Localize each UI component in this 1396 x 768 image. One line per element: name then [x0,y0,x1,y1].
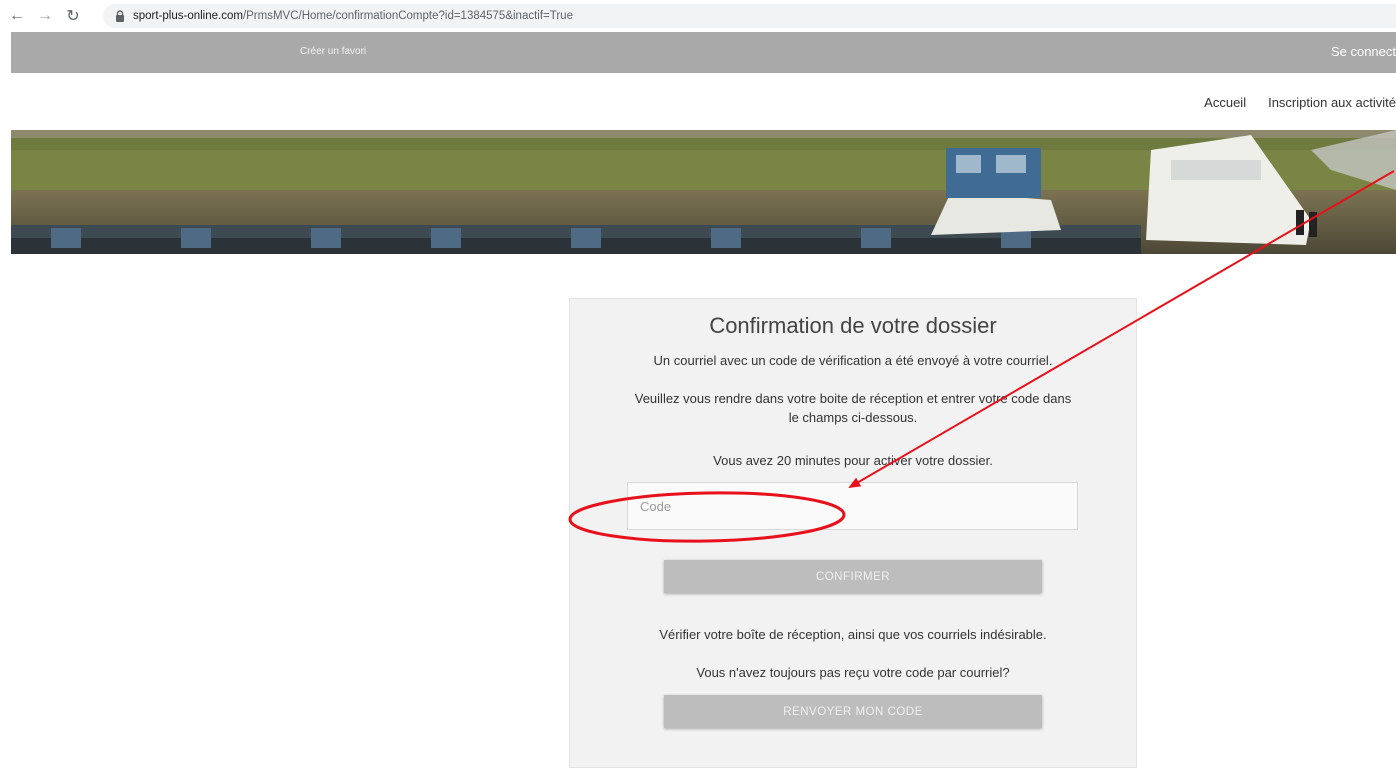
address-bar[interactable]: sport-plus-online.com/PrmsMVC/Home/confi… [103,4,1396,28]
sent-message: Un courriel avec un code de vérification… [653,353,1053,368]
arrow-left-icon[interactable]: ← [6,5,28,27]
time-limit-message: Vous avez 20 minutes pour activer votre … [713,453,993,468]
site-header: Créer un favori Se connect [11,32,1396,73]
spam-note: Vérifier votre boîte de réception, ainsi… [659,627,1047,642]
confirmation-card: Confirmation de votre dossier Un courrie… [569,298,1137,768]
instruction-line-2: le champs ci-dessous. [788,410,918,425]
confirm-button[interactable]: CONFIRMER [664,560,1042,593]
url-path: /PrmsMVC/Home/confirmationCompte?id=1384… [242,10,573,22]
nav-item-registration[interactable]: Inscription aux activité [1268,95,1396,110]
reload-icon[interactable]: ↻ [62,5,84,27]
no-code-question: Vous n'avez toujours pas reçu votre code… [696,665,1010,680]
banner-image [11,130,1396,254]
create-favorite-link[interactable]: Créer un favori [300,46,366,57]
main-nav: Accueil Inscription aux activité [1204,95,1396,110]
url-text: sport-plus-online.com/PrmsMVC/Home/confi… [133,10,573,22]
code-input[interactable] [627,482,1078,530]
arrow-right-icon[interactable]: → [34,5,56,27]
instruction-line-1: Veuillez vous rendre dans votre boite de… [634,391,1072,406]
login-link[interactable]: Se connect [1331,44,1396,59]
browser-toolbar: ← → ↻ sport-plus-online.com/PrmsMVC/Home… [0,0,1396,32]
resend-code-button[interactable]: RENVOYER MON CODE [664,695,1042,728]
url-host: sport-plus-online.com [133,10,243,22]
card-title: Confirmation de votre dossier [709,313,997,338]
lock-icon [113,9,127,23]
nav-item-home[interactable]: Accueil [1204,95,1246,110]
